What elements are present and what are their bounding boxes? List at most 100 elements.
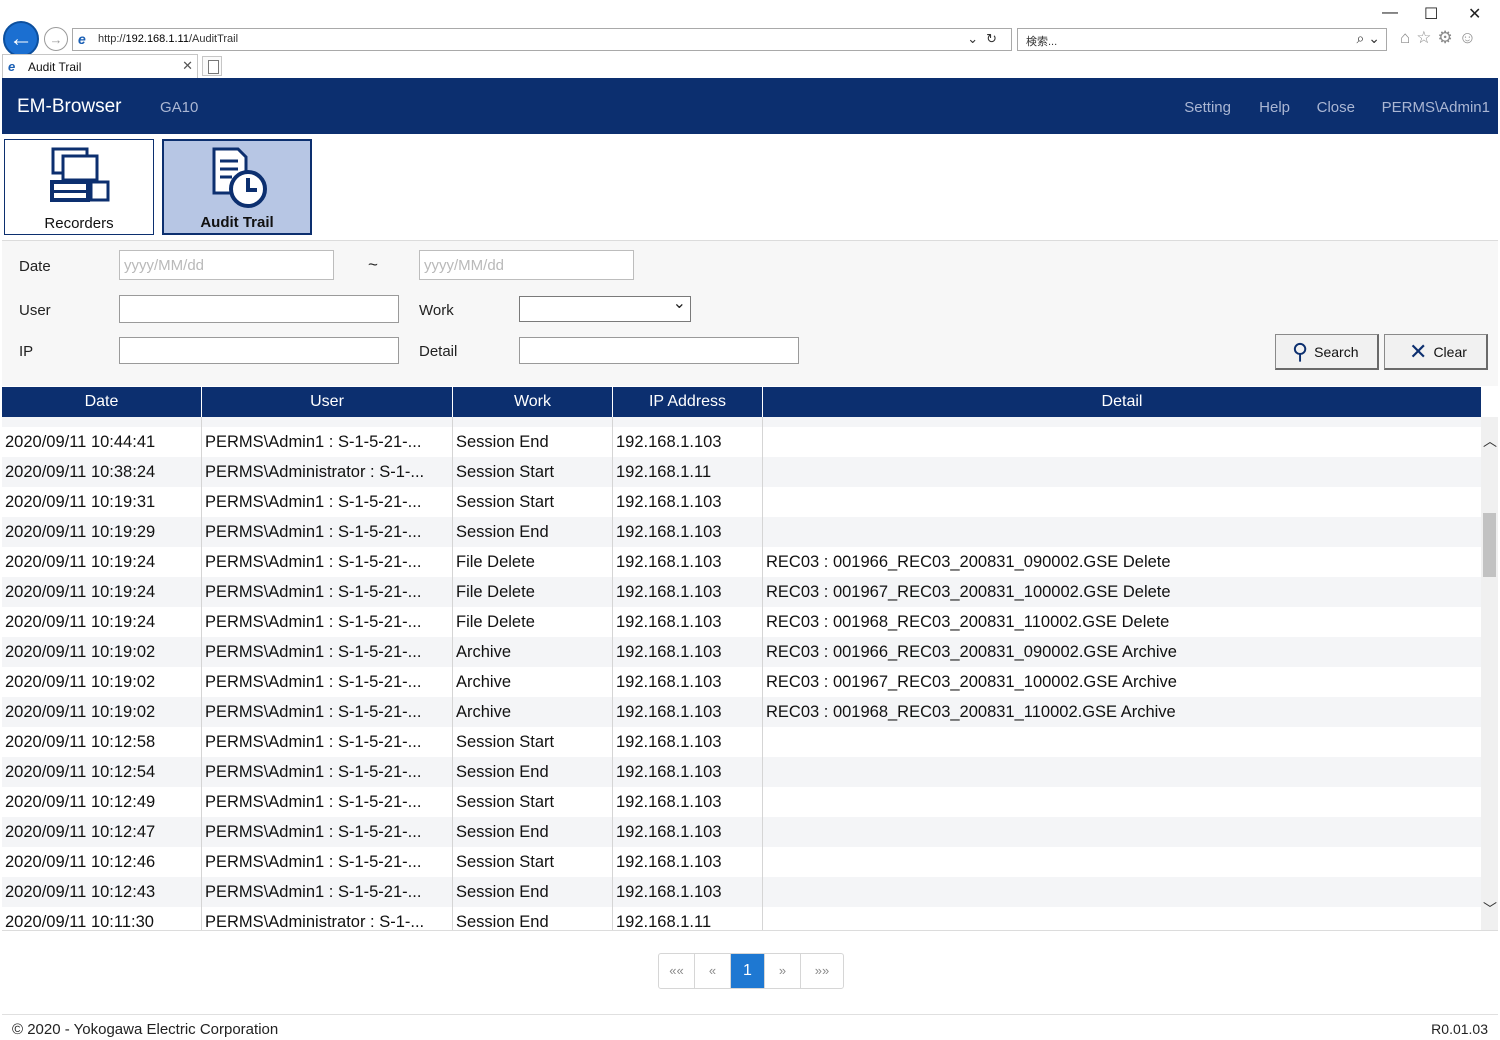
cell-detail [763, 907, 1481, 930]
close-window-icon[interactable]: ✕ [1468, 4, 1481, 24]
table-row[interactable]: 2020/09/11 10:12:54 PERMS\Admin1 : S-1-5-… [2, 757, 1481, 787]
table-row[interactable]: 2020/09/11 10:12:58 PERMS\Admin1 : S-1-5-… [2, 727, 1481, 757]
gear-icon[interactable]: ⚙ [1438, 28, 1459, 47]
minimize-icon[interactable]: — [1382, 4, 1398, 22]
cell-ip: 192.168.1.11 [613, 417, 763, 427]
nav-close[interactable]: Close [1317, 99, 1355, 116]
table-row[interactable]: 2020/09/11 10:19:24 PERMS\Admin1 : S-1-5-… [2, 607, 1481, 637]
nav-setting[interactable]: Setting [1184, 99, 1231, 116]
chevron-down-icon[interactable]: ﹀ [1483, 899, 1497, 919]
work-label: Work [419, 302, 454, 319]
browser-search-box[interactable]: 検索... ⌕ ⌄ [1017, 28, 1387, 51]
search-dropdown-icon[interactable]: ⌕ ⌄ [1357, 30, 1380, 47]
clear-button[interactable]: ✕ Clear [1384, 334, 1488, 370]
chevron-up-icon[interactable]: ︿ [1483, 431, 1497, 451]
page-last-button[interactable]: »» [801, 954, 843, 988]
date-from-input[interactable] [119, 250, 334, 280]
table-body[interactable]: 2020/09/11 10:48:41PERMS\Administrator :… [2, 417, 1481, 930]
table-header: Date User Work IP Address Detail [2, 387, 1481, 417]
table-row[interactable]: 2020/09/11 10:19:02 PERMS\Admin1 : S-1-5-… [2, 697, 1481, 727]
cell-detail [763, 457, 1481, 487]
cell-detail [763, 757, 1481, 787]
favorites-star-icon[interactable]: ☆ [1416, 28, 1437, 47]
recorders-label: Recorders [44, 215, 114, 232]
cell-work: Session Start [453, 487, 613, 517]
page-first-button[interactable]: «« [659, 954, 695, 988]
smiley-icon[interactable]: ☺ [1459, 28, 1482, 47]
date-range-separator: ~ [368, 255, 378, 274]
table-row[interactable]: 2020/09/11 10:12:43 PERMS\Admin1 : S-1-5-… [2, 877, 1481, 907]
table-row[interactable]: 2020/09/11 10:12:49 PERMS\Admin1 : S-1-5-… [2, 787, 1481, 817]
cell-date: 2020/09/11 10:38:24 [2, 457, 202, 487]
cell-user: PERMS\Admin1 : S-1-5-21-... [202, 517, 453, 547]
column-header-user[interactable]: User [202, 387, 453, 417]
cell-ip: 192.168.1.11 [613, 457, 763, 487]
cell-detail: REC03 : 001967_REC03_200831_100002.GSE D… [766, 583, 1171, 601]
cell-user: PERMS\Admin1 : S-1-5-21-... [202, 847, 453, 877]
cell-date: 2020/09/11 10:44:41 [2, 427, 202, 457]
cell-ip: 192.168.1.103 [613, 817, 763, 847]
table-row[interactable]: 2020/09/11 10:48:41PERMS\Administrator :… [2, 417, 1481, 427]
column-header-ip[interactable]: IP Address [613, 387, 763, 417]
table-row[interactable]: 2020/09/11 10:11:30 PERMS\Administrator :… [2, 907, 1481, 930]
page-prev-button[interactable]: « [695, 954, 731, 988]
cell-date: 2020/09/11 10:12:58 [2, 727, 202, 757]
nav-help[interactable]: Help [1259, 99, 1290, 116]
brand-title[interactable]: EM-Browser [17, 96, 122, 118]
table-row[interactable]: 2020/09/11 10:19:02 PERMS\Admin1 : S-1-5-… [2, 637, 1481, 667]
table-row[interactable]: 2020/09/11 10:44:41 PERMS\Admin1 : S-1-5-… [2, 427, 1481, 457]
scrollbar-thumb[interactable] [1483, 513, 1496, 577]
cell-date: 2020/09/11 10:19:02 [2, 637, 202, 667]
search-button-label: Search [1314, 343, 1359, 360]
cell-work: Session End [453, 817, 613, 847]
refresh-icon[interactable]: ⌄↻ [967, 31, 1005, 47]
cell-work: File Delete [453, 547, 613, 577]
copyright-text: © 2020 - Yokogawa Electric Corporation [12, 1021, 279, 1038]
back-arrow-icon[interactable]: ← [3, 21, 39, 57]
column-header-detail[interactable]: Detail [763, 387, 1481, 417]
detail-label: Detail [419, 343, 458, 360]
cell-user: PERMS\Administrator : S-1-... [202, 417, 453, 427]
search-button[interactable]: ⚲ Search [1275, 334, 1379, 370]
column-header-work[interactable]: Work [453, 387, 613, 417]
cell-work: Archive [453, 637, 613, 667]
home-icon[interactable]: ⌂ [1400, 28, 1416, 47]
detail-input[interactable] [519, 337, 799, 364]
cell-ip: 192.168.1.11 [613, 907, 763, 930]
user-input[interactable] [119, 295, 399, 323]
cell-detail [763, 517, 1481, 547]
table-row[interactable]: 2020/09/11 10:19:24 PERMS\Admin1 : S-1-5-… [2, 577, 1481, 607]
page-number-button[interactable]: 1 [731, 954, 765, 988]
cell-detail [763, 727, 1481, 757]
work-select[interactable] [519, 293, 691, 322]
table-row[interactable]: 2020/09/11 10:19:24 PERMS\Admin1 : S-1-5-… [2, 547, 1481, 577]
ip-input[interactable] [119, 337, 399, 364]
cell-ip: 192.168.1.103 [613, 607, 763, 637]
cell-user: PERMS\Admin1 : S-1-5-21-... [202, 817, 453, 847]
table-row[interactable]: 2020/09/11 10:19:31 PERMS\Admin1 : S-1-5-… [2, 487, 1481, 517]
cell-user: PERMS\Admin1 : S-1-5-21-... [202, 787, 453, 817]
table-row[interactable]: 2020/09/11 10:19:29 PERMS\Admin1 : S-1-5-… [2, 517, 1481, 547]
recorders-mode-button[interactable]: Recorders [4, 139, 154, 235]
cell-date: 2020/09/11 10:12:46 [2, 847, 202, 877]
table-row[interactable]: 2020/09/11 10:38:24 PERMS\Administrator :… [2, 457, 1481, 487]
close-icon: ✕ [1409, 338, 1428, 364]
table-row[interactable]: 2020/09/11 10:12:46 PERMS\Admin1 : S-1-5-… [2, 847, 1481, 877]
cell-date: 2020/09/11 10:19:02 [2, 697, 202, 727]
nav-user[interactable]: PERMS\Admin1 [1382, 99, 1490, 116]
page-next-button[interactable]: » [765, 954, 801, 988]
audit-trail-mode-button[interactable]: Audit Trail [162, 139, 312, 235]
new-tab-icon[interactable] [202, 56, 222, 76]
address-bar[interactable]: e http://192.168.1.11/AuditTrail ⌄↻ [72, 28, 1012, 51]
maximize-icon[interactable]: ☐ [1424, 4, 1438, 24]
column-header-date[interactable]: Date [2, 387, 202, 417]
cell-detail [763, 417, 1481, 427]
table-row[interactable]: 2020/09/11 10:19:02 PERMS\Admin1 : S-1-5-… [2, 667, 1481, 697]
table-scrollbar[interactable]: ︿ ﹀ [1481, 417, 1498, 930]
date-to-input[interactable] [419, 250, 634, 280]
close-tab-icon[interactable]: ✕ [182, 58, 193, 74]
browser-tab[interactable]: e Audit Trail ✕ [2, 54, 198, 78]
cell-ip: 192.168.1.103 [613, 787, 763, 817]
forward-arrow-icon[interactable]: → [44, 27, 68, 51]
table-row[interactable]: 2020/09/11 10:12:47 PERMS\Admin1 : S-1-5-… [2, 817, 1481, 847]
